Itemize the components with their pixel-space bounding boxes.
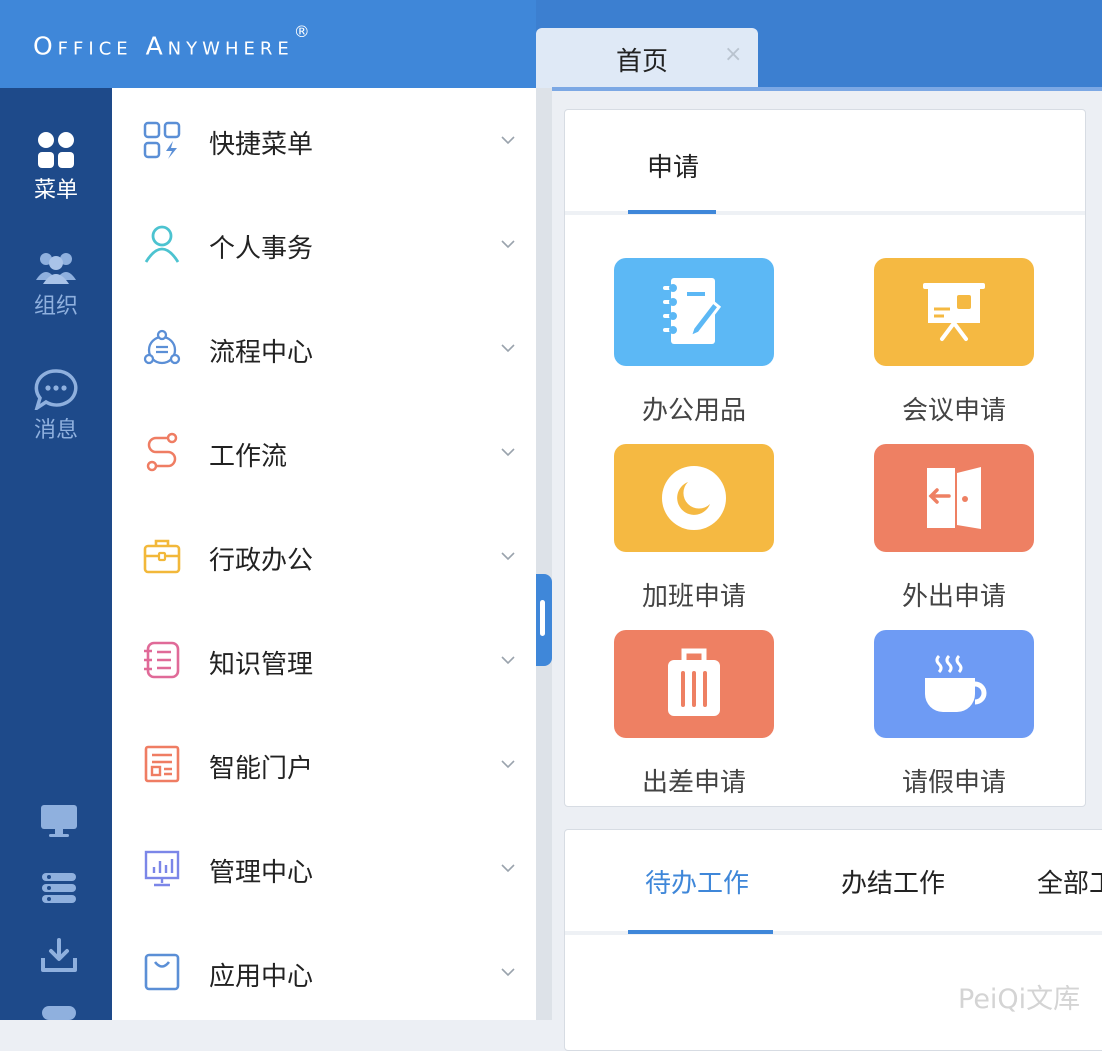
rail-item-menu[interactable]: 菜单	[0, 130, 112, 204]
monitor-icon[interactable]	[40, 804, 78, 838]
server-icon[interactable]	[41, 872, 77, 904]
rail-label-menu: 菜单	[33, 178, 78, 203]
app-outing-tile	[874, 444, 1034, 552]
tab-todo[interactable]: 待办工作	[645, 863, 749, 900]
app-overtime-label: 加班申请	[641, 582, 746, 612]
collapse-handle[interactable]	[536, 574, 552, 666]
chevron-down-icon	[501, 760, 515, 769]
chevron-down-icon	[501, 136, 515, 145]
app-meeting-label: 会议申请	[901, 396, 1006, 426]
luggage-icon	[668, 648, 720, 716]
chart-board-icon	[144, 850, 180, 887]
chevron-down-icon	[501, 552, 515, 561]
door-icon	[927, 467, 981, 529]
menu-label-apps: 应用中心	[209, 962, 314, 992]
people-icon	[36, 253, 76, 284]
tab-close-icon[interactable]: ×	[724, 44, 742, 66]
app-business-trip-label: 出差申请	[641, 768, 746, 798]
chevron-down-icon	[501, 344, 515, 353]
app-leave-tile	[874, 630, 1034, 738]
menu-item-management[interactable]: 管理中心	[112, 816, 536, 920]
tab-apply-underline	[628, 210, 716, 214]
menu-panel: 快捷菜单 个人事务 流程中心 工作流 行政办公 知识管理 智能门户 管理中心 应…	[112, 88, 536, 1020]
bag-icon	[144, 953, 180, 991]
watermark: PeiQi文库	[958, 984, 1081, 1015]
menu-label-quick-menu: 快捷菜单	[209, 130, 314, 160]
app-business-trip-tile	[614, 630, 774, 738]
chat-icon	[34, 369, 78, 410]
app-meeting-tile	[874, 258, 1034, 366]
brand-logo: Office Anywhere®	[33, 22, 310, 61]
app-outing-label: 外出申请	[901, 582, 1006, 612]
menu-label-admin: 行政办公	[209, 546, 314, 576]
app-overtime-tile	[614, 444, 774, 552]
coffee-icon	[925, 654, 987, 712]
chevron-down-icon	[501, 864, 515, 873]
tab-todo-underline	[628, 930, 773, 934]
tab-all[interactable]: 全部工作	[1037, 863, 1102, 900]
rail-item-message[interactable]: 消息	[0, 368, 112, 444]
menu-label-knowledge: 知识管理	[209, 650, 314, 680]
rail-label-org: 组织	[33, 294, 78, 319]
menu-item-workflow[interactable]: 工作流	[112, 400, 536, 504]
notepad-icon	[663, 278, 722, 344]
person-icon	[144, 225, 180, 263]
more-icon[interactable]	[40, 1002, 78, 1020]
app-office-supplies-tile	[614, 258, 774, 366]
tab-underline	[552, 87, 1102, 91]
presentation-icon	[923, 283, 985, 341]
app-office-supplies[interactable]: 办公用品	[614, 258, 774, 427]
grid-icon	[38, 132, 74, 168]
notebook-icon	[144, 641, 180, 679]
menu-label-personal: 个人事务	[209, 234, 314, 264]
app-overtime[interactable]: 加班申请	[614, 444, 774, 613]
menu-label-management: 管理中心	[209, 858, 314, 888]
menu-item-admin[interactable]: 行政办公	[112, 504, 536, 608]
app-outing[interactable]: 外出申请	[874, 444, 1034, 613]
workflow-icon	[146, 432, 178, 472]
app-meeting[interactable]: 会议申请	[874, 258, 1034, 427]
brand-name: Office Anywhere	[33, 31, 294, 61]
chevron-down-icon	[501, 240, 515, 249]
brand-area: Office Anywhere®	[0, 0, 536, 88]
chevron-down-icon	[501, 448, 515, 457]
menu-item-process[interactable]: 流程中心	[112, 296, 536, 400]
portal-icon	[144, 745, 180, 783]
menu-item-portal[interactable]: 智能门户	[112, 712, 536, 816]
work-card: 待办工作 办结工作 全部工作	[564, 829, 1102, 1051]
menu-label-portal: 智能门户	[209, 754, 314, 784]
menu-item-quick-menu[interactable]: 快捷菜单	[112, 88, 536, 192]
menu-item-apps[interactable]: 应用中心	[112, 920, 536, 1024]
app-leave[interactable]: 请假申请	[874, 630, 1034, 799]
process-icon	[143, 329, 181, 365]
menu-item-personal[interactable]: 个人事务	[112, 192, 536, 296]
menu-item-knowledge[interactable]: 知识管理	[112, 608, 536, 712]
menu-label-process: 流程中心	[209, 338, 314, 368]
rail-label-message: 消息	[33, 418, 78, 443]
app-leave-label: 请假申请	[901, 768, 1006, 798]
panel-divider	[536, 88, 552, 1020]
briefcase-icon	[143, 539, 181, 574]
quick-menu-icon	[143, 121, 181, 159]
app-office-supplies-label: 办公用品	[641, 396, 746, 426]
app-business-trip[interactable]: 出差申请	[614, 630, 774, 799]
left-rail: 菜单 组织 消息	[0, 88, 112, 1020]
rail-item-org[interactable]: 组织	[0, 250, 112, 320]
moon-icon	[662, 466, 726, 530]
tab-home-label: 首页	[615, 47, 668, 77]
tab-apply[interactable]: 申请	[647, 147, 699, 184]
registered-mark: ®	[293, 22, 310, 41]
menu-label-workflow: 工作流	[209, 442, 288, 472]
chevron-down-icon	[501, 968, 515, 977]
apply-card: 申请 办公用品 会议申请 加班申请 外出申请 出差申请 请假申请	[564, 109, 1086, 807]
tab-done[interactable]: 办结工作	[841, 863, 945, 900]
chevron-down-icon	[501, 656, 515, 665]
download-icon[interactable]	[41, 938, 77, 974]
